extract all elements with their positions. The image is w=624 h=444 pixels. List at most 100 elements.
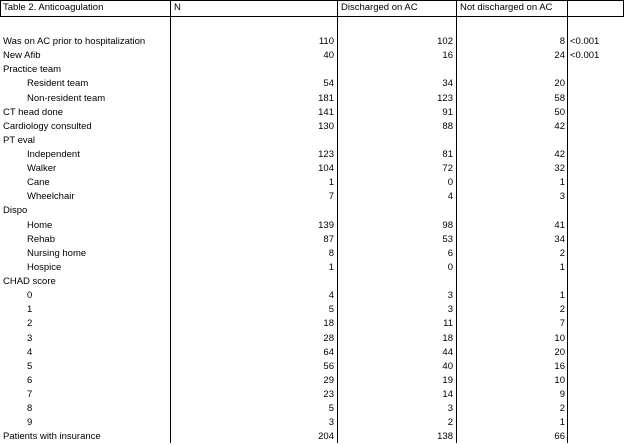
- cell-not-discharged[interactable]: 1: [457, 176, 568, 190]
- cell-not-discharged[interactable]: [457, 134, 568, 148]
- row-label[interactable]: Was on AC prior to hospitalization: [3, 35, 169, 49]
- cell-n[interactable]: 7: [171, 190, 337, 204]
- cell-discharged[interactable]: 88: [338, 120, 456, 134]
- cell-n[interactable]: 64: [171, 346, 337, 360]
- cell-p-value[interactable]: [568, 77, 624, 91]
- header-discharged-on-ac[interactable]: Discharged on AC: [338, 1, 459, 15]
- row-label[interactable]: 1: [27, 303, 193, 317]
- cell-discharged[interactable]: 4: [338, 190, 456, 204]
- row-label[interactable]: Independent: [27, 148, 193, 162]
- cell-discharged[interactable]: 102: [338, 35, 456, 49]
- row-label[interactable]: Home: [27, 219, 193, 233]
- table-title[interactable]: Table 2. Anticoagulation: [3, 1, 169, 15]
- cell-not-discharged[interactable]: 10: [457, 374, 568, 388]
- cell-p-value[interactable]: [568, 261, 624, 275]
- cell-discharged[interactable]: 19: [338, 374, 456, 388]
- row-label[interactable]: Rehab: [27, 233, 193, 247]
- cell-not-discharged[interactable]: 41: [457, 219, 568, 233]
- cell-not-discharged[interactable]: [457, 204, 568, 218]
- header-n[interactable]: N: [171, 1, 340, 15]
- cell-p-value[interactable]: [568, 219, 624, 233]
- cell-not-discharged[interactable]: 8: [457, 35, 568, 49]
- cell-not-discharged[interactable]: 24: [457, 49, 568, 63]
- cell-not-discharged[interactable]: 9: [457, 388, 568, 402]
- cell-n[interactable]: 29: [171, 374, 337, 388]
- cell-discharged[interactable]: 6: [338, 247, 456, 261]
- cell-not-discharged[interactable]: 1: [457, 261, 568, 275]
- cell-n[interactable]: 1: [171, 261, 337, 275]
- cell-not-discharged[interactable]: [457, 275, 568, 289]
- cell-n[interactable]: 23: [171, 388, 337, 402]
- row-label[interactable]: Walker: [27, 162, 193, 176]
- cell-p-value[interactable]: [568, 120, 624, 134]
- cell-p-value[interactable]: [568, 416, 624, 430]
- row-label[interactable]: Cane: [27, 176, 193, 190]
- cell-p-value[interactable]: [568, 148, 624, 162]
- cell-p-value[interactable]: [568, 303, 624, 317]
- cell-discharged[interactable]: 53: [338, 233, 456, 247]
- cell-not-discharged[interactable]: 42: [457, 120, 568, 134]
- cell-discharged[interactable]: [338, 204, 456, 218]
- cell-discharged[interactable]: 3: [338, 289, 456, 303]
- row-label[interactable]: 2: [27, 317, 193, 331]
- cell-discharged[interactable]: 91: [338, 106, 456, 120]
- cell-discharged[interactable]: 11: [338, 317, 456, 331]
- cell-n[interactable]: 130: [171, 120, 337, 134]
- cell-p-value[interactable]: [568, 106, 624, 120]
- cell-p-value[interactable]: [568, 317, 624, 331]
- header-not-discharged-on-ac[interactable]: Not discharged on AC: [457, 1, 571, 15]
- cell-p-value[interactable]: <0.001: [568, 49, 624, 63]
- cell-p-value[interactable]: <0.001: [568, 35, 624, 49]
- cell-n[interactable]: 56: [171, 360, 337, 374]
- cell-not-discharged[interactable]: 2: [457, 247, 568, 261]
- cell-discharged[interactable]: 40: [338, 360, 456, 374]
- cell-p-value[interactable]: [568, 430, 624, 444]
- row-label[interactable]: Resident team: [27, 77, 193, 91]
- cell-n[interactable]: 8: [171, 247, 337, 261]
- cell-n[interactable]: 104: [171, 162, 337, 176]
- cell-n[interactable]: 87: [171, 233, 337, 247]
- cell-p-value[interactable]: [568, 360, 624, 374]
- row-label[interactable]: Dispo: [3, 204, 169, 218]
- cell-p-value[interactable]: [568, 247, 624, 261]
- cell-n[interactable]: [171, 63, 337, 77]
- row-label[interactable]: 5: [27, 360, 193, 374]
- cell-n[interactable]: 139: [171, 219, 337, 233]
- cell-p-value[interactable]: [568, 275, 624, 289]
- cell-p-value[interactable]: [568, 233, 624, 247]
- cell-n[interactable]: 18: [171, 317, 337, 331]
- row-label[interactable]: 9: [27, 416, 193, 430]
- cell-n[interactable]: 3: [171, 416, 337, 430]
- cell-discharged[interactable]: [338, 63, 456, 77]
- cell-not-discharged[interactable]: 1: [457, 416, 568, 430]
- row-label[interactable]: 6: [27, 374, 193, 388]
- cell-discharged[interactable]: 34: [338, 77, 456, 91]
- cell-not-discharged[interactable]: 3: [457, 190, 568, 204]
- cell-discharged[interactable]: 18: [338, 332, 456, 346]
- cell-n[interactable]: 5: [171, 402, 337, 416]
- cell-not-discharged[interactable]: 20: [457, 77, 568, 91]
- cell-discharged[interactable]: 3: [338, 303, 456, 317]
- cell-n[interactable]: 110: [171, 35, 337, 49]
- row-label[interactable]: CHAD score: [3, 275, 169, 289]
- row-label[interactable]: Wheelchair: [27, 190, 193, 204]
- cell-p-value[interactable]: [568, 176, 624, 190]
- cell-discharged[interactable]: 98: [338, 219, 456, 233]
- row-label[interactable]: 4: [27, 346, 193, 360]
- row-label[interactable]: Non-resident team: [27, 92, 193, 106]
- cell-not-discharged[interactable]: 10: [457, 332, 568, 346]
- cell-p-value[interactable]: [568, 92, 624, 106]
- cell-not-discharged[interactable]: 20: [457, 346, 568, 360]
- cell-p-value[interactable]: [568, 63, 624, 77]
- cell-n[interactable]: [171, 204, 337, 218]
- cell-discharged[interactable]: [338, 275, 456, 289]
- cell-discharged[interactable]: 44: [338, 346, 456, 360]
- cell-discharged[interactable]: 81: [338, 148, 456, 162]
- cell-p-value[interactable]: [568, 134, 624, 148]
- row-label[interactable]: Cardiology consulted: [3, 120, 169, 134]
- cell-p-value[interactable]: [568, 402, 624, 416]
- cell-not-discharged[interactable]: 2: [457, 402, 568, 416]
- cell-p-value[interactable]: [568, 204, 624, 218]
- cell-discharged[interactable]: 72: [338, 162, 456, 176]
- cell-n[interactable]: [171, 134, 337, 148]
